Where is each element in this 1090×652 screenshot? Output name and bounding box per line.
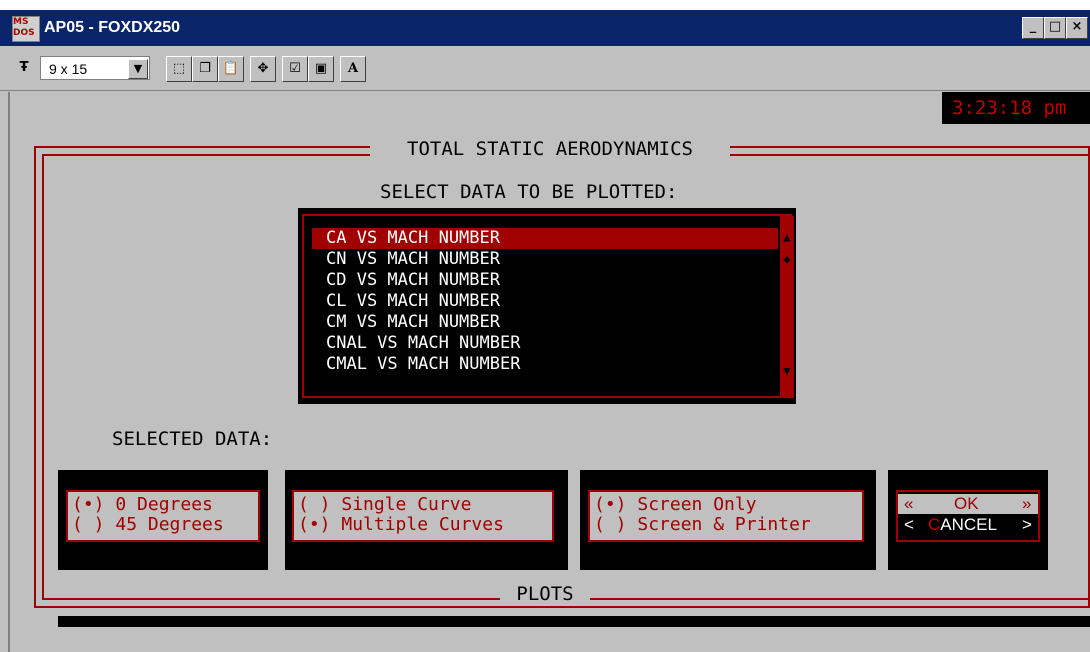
font-icon[interactable]: A bbox=[340, 56, 366, 82]
screen-only-radio[interactable]: (•) Screen Only bbox=[594, 494, 757, 516]
single-curve-radio[interactable]: ( ) Single Curve bbox=[298, 494, 471, 516]
properties-icon[interactable]: ☑ bbox=[282, 56, 308, 82]
copy-icon[interactable]: ❐ bbox=[192, 56, 218, 82]
list-item[interactable]: CMAL VS MACH NUMBER bbox=[312, 354, 778, 375]
list-item[interactable]: CA VS MACH NUMBER bbox=[312, 228, 778, 249]
multiple-curves-radio[interactable]: (•) Multiple Curves bbox=[298, 514, 504, 536]
minimize-button[interactable]: _ bbox=[1022, 17, 1044, 39]
chevron-down-icon[interactable]: ▼ bbox=[128, 59, 148, 79]
font-icon-label: Ŧ bbox=[12, 56, 36, 80]
list-item[interactable]: CD VS MACH NUMBER bbox=[312, 270, 778, 291]
toolbar bbox=[0, 46, 1090, 91]
cancel-left-arrow: < bbox=[904, 515, 914, 534]
list-item[interactable]: CM VS MACH NUMBER bbox=[312, 312, 778, 333]
dialog-footer-label: PLOTS bbox=[500, 582, 590, 606]
window-title: AP05 - FOXDX250 bbox=[44, 19, 181, 36]
list-item[interactable]: CL VS MACH NUMBER bbox=[312, 291, 778, 312]
list-item[interactable]: CN VS MACH NUMBER bbox=[312, 249, 778, 270]
angle-0-radio[interactable]: (•) 0 Degrees bbox=[72, 494, 213, 516]
scroll-thumb-icon[interactable]: ◆ bbox=[780, 252, 794, 266]
scroll-up-icon[interactable]: ▲ bbox=[780, 230, 794, 244]
ms-dos-icon[interactable]: MS DOS bbox=[12, 16, 40, 42]
ok-label[interactable]: OK bbox=[954, 493, 979, 515]
screen-printer-radio[interactable]: ( ) Screen & Printer bbox=[594, 514, 811, 536]
cancel-button[interactable]: CANCEL bbox=[928, 514, 997, 536]
close-button[interactable]: × bbox=[1066, 17, 1088, 39]
dialog-title: TOTAL STATIC AERODYNAMICS bbox=[370, 137, 730, 161]
scroll-down-icon[interactable]: ▼ bbox=[780, 364, 794, 378]
angle-45-radio[interactable]: ( ) 45 Degrees bbox=[72, 514, 224, 536]
select-prompt: SELECT DATA TO BE PLOTTED: bbox=[380, 181, 678, 203]
maximize-button[interactable]: □ bbox=[1044, 17, 1066, 39]
background-icon[interactable]: ▣ bbox=[308, 56, 334, 82]
selected-data-label: SELECTED DATA: bbox=[112, 428, 273, 450]
cancel-right-arrow: > bbox=[1022, 515, 1032, 534]
list-item[interactable]: CNAL VS MACH NUMBER bbox=[312, 333, 778, 354]
ok-right-arrow: » bbox=[1022, 494, 1032, 513]
clock: 3:23:18 pm bbox=[952, 97, 1067, 119]
paste-icon[interactable]: 📋 bbox=[218, 56, 244, 82]
ok-left-arrow: « bbox=[904, 494, 914, 513]
fullscreen-icon[interactable]: ✥ bbox=[250, 56, 276, 82]
select-icon[interactable]: ⬚ bbox=[166, 56, 192, 82]
